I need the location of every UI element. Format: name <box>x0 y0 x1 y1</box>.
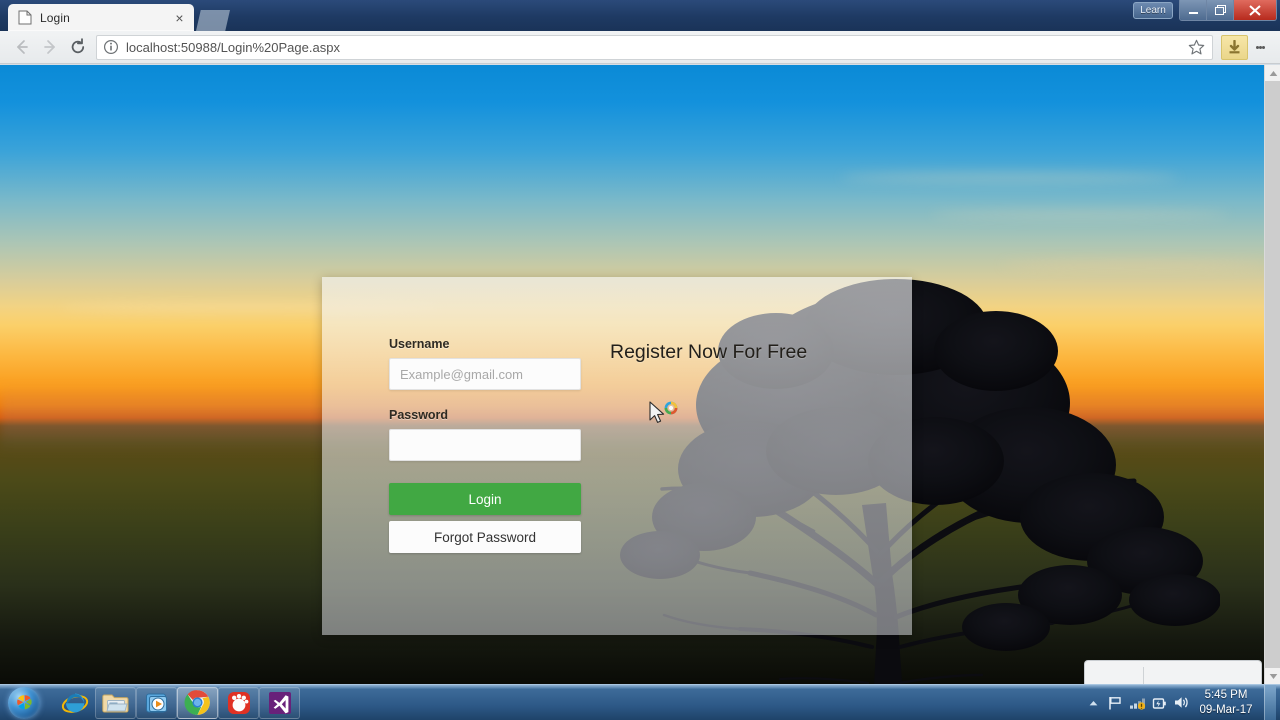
chrome-browser-window: Login × Learn localhost:50988/Login%20Pa… <box>0 0 1280 684</box>
cloud-streak <box>840 173 1180 182</box>
taskbar-item-internet-explorer[interactable] <box>54 687 95 719</box>
download-item-divider <box>1143 667 1144 684</box>
reload-button[interactable] <box>64 33 92 61</box>
clock-date: 09-Mar-17 <box>1199 703 1253 716</box>
show-desktop-button[interactable] <box>1264 684 1276 720</box>
info-circle-icon[interactable] <box>103 39 119 55</box>
close-window-icon[interactable] <box>1234 0 1276 20</box>
windows-taskbar: 5:45 PM 09-Mar-17 <box>0 684 1280 720</box>
password-input[interactable] <box>389 429 581 461</box>
maximize-restore-icon[interactable] <box>1207 0 1234 20</box>
taskbar-item-windows-media-player[interactable] <box>136 686 177 719</box>
browser-tab-login[interactable]: Login × <box>8 4 194 31</box>
taskbar-item-windows-explorer[interactable] <box>95 686 136 719</box>
network-icon[interactable] <box>1126 692 1148 714</box>
scroll-up-arrow-icon[interactable] <box>1265 65 1280 81</box>
address-bar[interactable]: localhost:50988/Login%20Page.aspx <box>96 34 1213 60</box>
tab-title: Login <box>40 10 70 25</box>
url-text: localhost:50988/Login%20Page.aspx <box>126 39 340 55</box>
taskbar-item-potplayer[interactable] <box>218 686 259 719</box>
system-tray: 5:45 PM 09-Mar-17 <box>1082 684 1280 720</box>
page-icon <box>18 10 32 25</box>
window-buttons-group <box>1179 0 1277 21</box>
tab-strip: Login × <box>8 0 230 31</box>
minimize-icon[interactable] <box>1180 0 1207 20</box>
three-dots-menu-icon[interactable] <box>1248 33 1272 61</box>
battery-icon[interactable] <box>1148 692 1170 714</box>
windows-logo-icon <box>8 686 40 719</box>
window-controls: Learn <box>1133 0 1280 22</box>
star-icon[interactable] <box>1187 38 1206 57</box>
scrollbar-thumb[interactable] <box>1265 81 1280 668</box>
screen: Login × Learn localhost:50988/Login%20Pa… <box>0 0 1280 720</box>
scroll-down-arrow-icon[interactable] <box>1265 668 1280 684</box>
login-form: Username Password Login Forgot Password <box>389 337 581 553</box>
register-now-text[interactable]: Register Now For Free <box>610 339 850 366</box>
clock-time: 5:45 PM <box>1204 688 1248 701</box>
page-viewport: Username Password Login Forgot Password … <box>0 65 1280 684</box>
start-button[interactable] <box>2 686 46 720</box>
flag-icon[interactable] <box>1104 692 1126 714</box>
back-button[interactable] <box>8 33 36 61</box>
taskbar-item-google-chrome[interactable] <box>177 686 218 719</box>
browser-toolbar: localhost:50988/Login%20Page.aspx <box>0 31 1280 64</box>
password-label: Password <box>389 408 449 422</box>
cloud-streak <box>930 211 1230 218</box>
close-icon[interactable]: × <box>171 9 188 26</box>
taskbar-clock[interactable]: 5:45 PM 09-Mar-17 <box>1192 688 1264 718</box>
browser-title-bar[interactable]: Login × Learn <box>0 0 1280 31</box>
mouse-cursor <box>648 401 678 429</box>
taskbar-items <box>54 686 300 719</box>
taskbar-item-visual-studio[interactable] <box>259 686 300 719</box>
download-shelf[interactable] <box>1084 660 1262 684</box>
chevron-up-icon[interactable] <box>1082 692 1104 714</box>
login-button[interactable]: Login <box>389 483 581 515</box>
username-input[interactable] <box>389 358 581 390</box>
login-card: Username Password Login Forgot Password … <box>322 277 912 635</box>
forgot-password-button[interactable]: Forgot Password <box>389 521 581 553</box>
speaker-icon[interactable] <box>1170 692 1192 714</box>
page-scrollbar[interactable] <box>1264 65 1280 684</box>
forward-button[interactable] <box>36 33 64 61</box>
new-tab-button[interactable] <box>196 10 230 31</box>
learn-button[interactable]: Learn <box>1133 2 1173 19</box>
username-label: Username <box>389 337 450 351</box>
download-arrow-icon[interactable] <box>1221 34 1248 60</box>
